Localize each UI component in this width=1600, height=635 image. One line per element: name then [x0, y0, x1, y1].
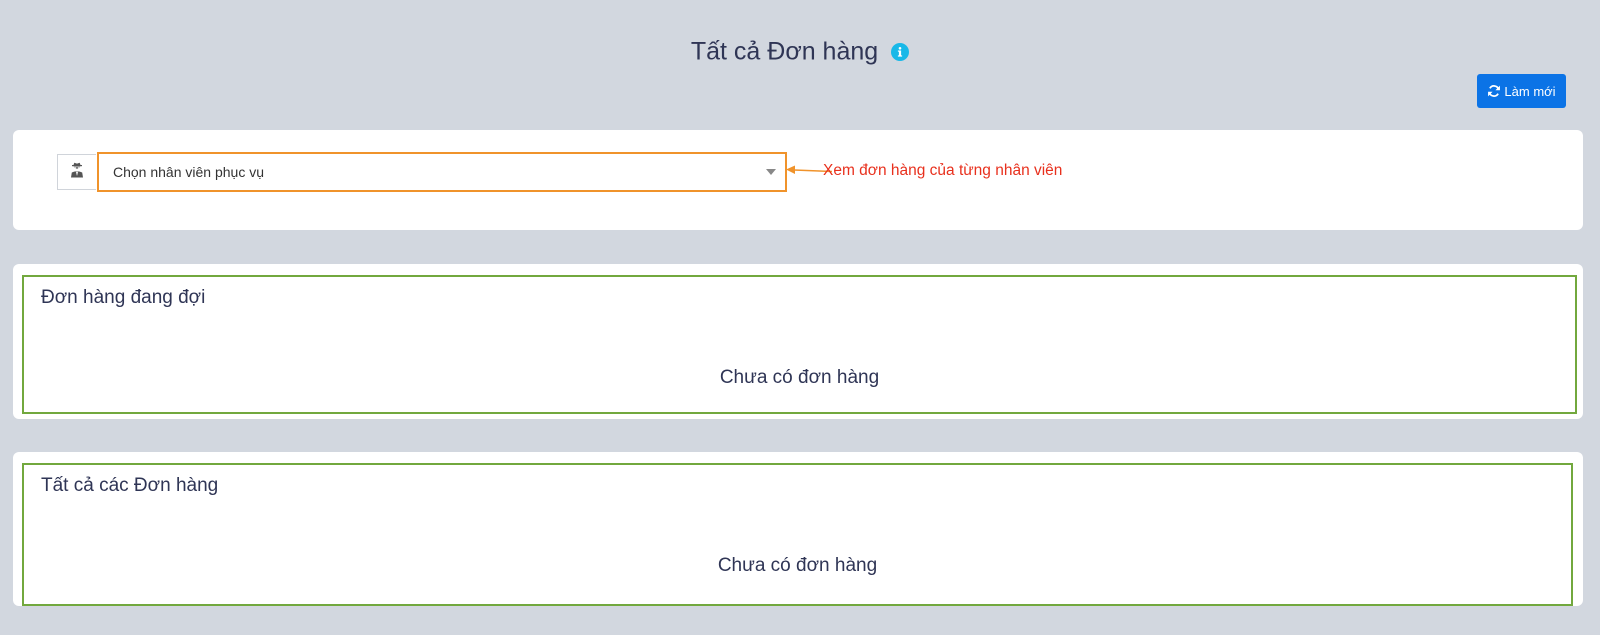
all-orders-panel: Tất cả các Đơn hàng Chưa có đơn hàng [22, 463, 1573, 606]
waiting-orders-title: Đơn hàng đang đợi [41, 287, 206, 308]
waiting-orders-empty: Chưa có đơn hàng [719, 367, 880, 388]
staff-filter-annotation: Xem đơn hàng của từng nhân viên [823, 162, 1063, 179]
staff-addon [57, 154, 96, 190]
waiting-orders-panel: Đơn hàng đang đợi Chưa có đơn hàng [22, 275, 1577, 414]
refresh-button[interactable]: Làm mới [1477, 74, 1566, 108]
staff-select[interactable]: Chọn nhân viên phục vụ [97, 152, 787, 192]
caret-down-icon [766, 169, 776, 175]
all-orders-card: Tất cả các Đơn hàng Chưa có đơn hàng [13, 452, 1583, 606]
refresh-label: Làm mới [1504, 83, 1556, 99]
user-secret-icon [69, 162, 85, 183]
staff-filter-card: Chọn nhân viên phục vụ Xem đơn hàng của … [13, 130, 1583, 230]
all-orders-empty: Chưa có đơn hàng [717, 555, 878, 576]
page-title: Tất cả Đơn hàng [0, 30, 1600, 71]
all-orders-title: Tất cả các Đơn hàng [41, 475, 219, 496]
waiting-orders-card: Đơn hàng đang đợi Chưa có đơn hàng [13, 264, 1583, 419]
refresh-icon [1487, 84, 1501, 98]
page-title-text: Tất cả Đơn hàng [690, 37, 879, 66]
staff-select-value: Chọn nhân viên phục vụ [113, 164, 264, 180]
info-circle-icon[interactable] [891, 43, 910, 62]
